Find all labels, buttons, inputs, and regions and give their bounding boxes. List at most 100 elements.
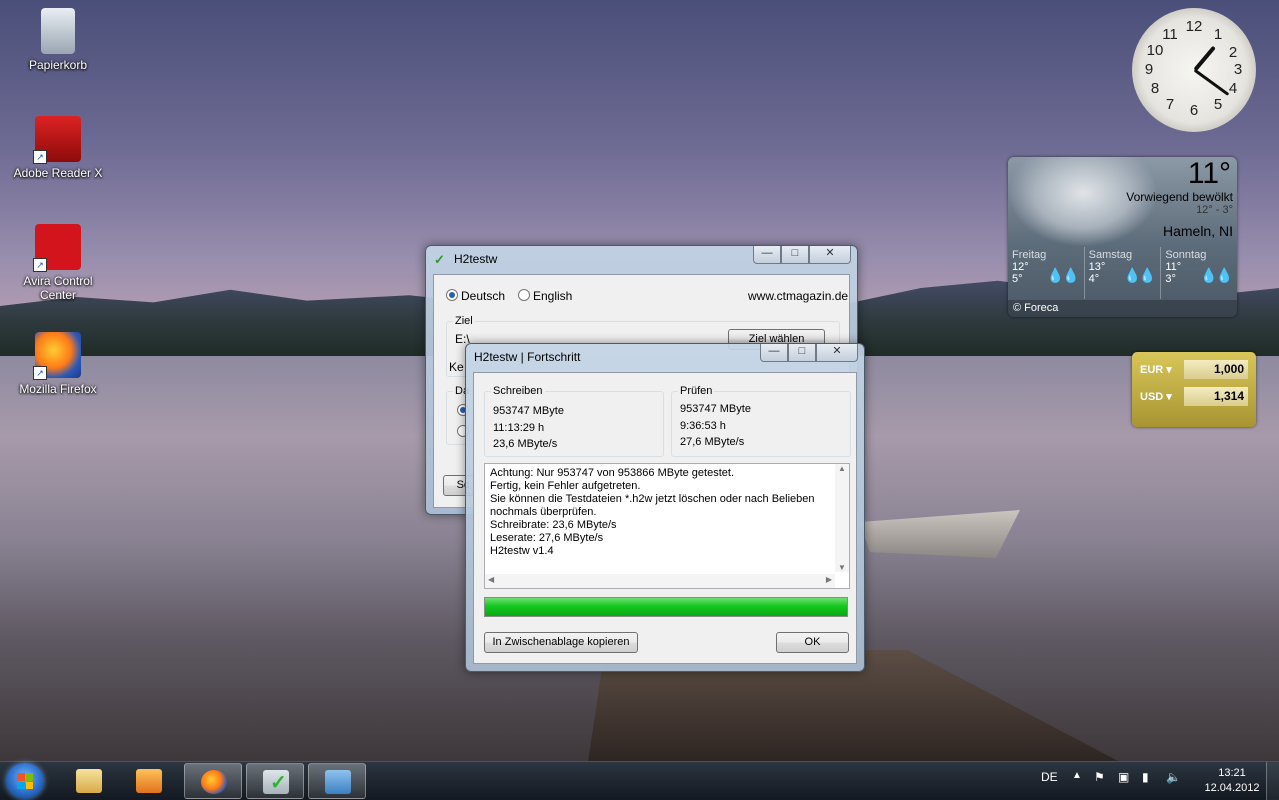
log-line: Schreibrate: 23,6 MByte/s xyxy=(490,519,617,531)
progress-bar-fill xyxy=(485,598,847,616)
clock-numeral: 1 xyxy=(1213,26,1223,43)
clock-date: 12.04.2012 xyxy=(1204,782,1260,794)
log-line: H2testw v1.4 xyxy=(490,545,554,557)
clock-time: 13:21 xyxy=(1218,767,1246,779)
avira-icon: ↗ xyxy=(33,224,81,272)
scroll-right-icon[interactable]: ▶ xyxy=(826,575,832,584)
desktop-icon-firefox[interactable]: ↗ Mozilla Firefox xyxy=(8,332,108,396)
taskbar-firefox[interactable] xyxy=(184,763,242,799)
vertical-scrollbar[interactable]: ▲ ▼ xyxy=(835,464,849,572)
weather-range: 12° - 3° xyxy=(1196,204,1233,216)
scroll-down-icon[interactable]: ▼ xyxy=(835,563,849,572)
network-icon[interactable]: ▮ xyxy=(1142,770,1149,784)
currency-gadget[interactable]: EUR ▾ 1,000 USD ▾ 1,314 xyxy=(1132,352,1256,427)
forecast-day: Sonntag 11° 3° 💧💧 xyxy=(1161,247,1237,299)
write-rate: 23,6 MByte/s xyxy=(493,438,558,450)
desktop-icon-avira[interactable]: ↗ Avira Control Center xyxy=(8,224,108,302)
maximize-button[interactable]: □ xyxy=(781,246,809,264)
clock-numeral: 7 xyxy=(1165,96,1175,113)
window-controls: — □ ✕ xyxy=(760,344,858,362)
shortcut-arrow-icon: ↗ xyxy=(33,150,47,164)
taskbar-clock[interactable]: 13:21 12.04.2012 xyxy=(1196,766,1268,796)
currency-value[interactable]: 1,314 xyxy=(1184,387,1248,406)
window-title: H2testw | Fortschritt xyxy=(474,350,581,364)
safely-remove-icon[interactable]: ▣ xyxy=(1118,770,1129,784)
taskbar-gadgets[interactable] xyxy=(308,763,366,799)
forecast-day: Freitag 12° 5° 💧💧 xyxy=(1008,247,1085,299)
clock-numeral: 5 xyxy=(1213,96,1223,113)
window-controls: — □ ✕ xyxy=(753,246,851,264)
forecast-day-name: Samstag xyxy=(1088,249,1133,261)
target-group-label: Ziel xyxy=(453,315,475,327)
weather-city: Hameln, NI xyxy=(1162,223,1233,239)
taskbar-h2testw[interactable]: ✓ xyxy=(246,763,304,799)
result-log[interactable]: Achtung: Nur 953747 von 953866 MByte get… xyxy=(484,463,850,589)
minimize-button[interactable]: — xyxy=(753,246,781,264)
ok-button[interactable]: OK xyxy=(776,632,849,653)
minimize-button[interactable]: — xyxy=(760,344,788,362)
desktop-icon-adobe-reader[interactable]: ↗ Adobe Reader X xyxy=(8,116,108,180)
adobe-reader-icon: ↗ xyxy=(33,116,81,164)
progress-bar xyxy=(484,597,848,617)
action-center-icon[interactable]: ⚑ xyxy=(1094,770,1105,784)
clock-gadget[interactable]: 12 1 2 3 4 5 6 7 8 9 10 11 xyxy=(1132,8,1256,132)
window-title: H2testw xyxy=(454,252,498,266)
weather-condition: Vorwiegend bewölkt xyxy=(1126,190,1233,204)
language-de-radio[interactable]: Deutsch xyxy=(446,289,505,303)
log-lines: Achtung: Nur 953747 von 953866 MByte get… xyxy=(490,467,815,558)
desktop-icon-recycle-bin[interactable]: Papierkorb xyxy=(8,8,108,72)
write-label: Schreiben xyxy=(491,385,545,397)
write-amount: 953747 MByte xyxy=(493,405,564,417)
taskbar-media-player[interactable] xyxy=(120,763,178,799)
currency-value[interactable]: 1,000 xyxy=(1184,360,1248,379)
log-line: Achtung: Nur 953747 von 953866 MByte get… xyxy=(490,467,734,479)
close-button[interactable]: ✕ xyxy=(816,344,858,362)
write-time: 11:13:29 h xyxy=(493,422,545,434)
verify-label: Prüfen xyxy=(678,385,715,397)
start-button[interactable] xyxy=(6,763,44,799)
progress-window[interactable]: H2testw | Fortschritt — □ ✕ Schreiben 95… xyxy=(465,343,865,672)
clock-numeral: 2 xyxy=(1228,44,1238,61)
scroll-left-icon[interactable]: ◀ xyxy=(488,575,494,584)
log-line: Sie können die Testdateien *.h2w jetzt l… xyxy=(490,493,815,505)
clock-numeral: 6 xyxy=(1189,102,1199,119)
rain-icon: 💧💧 xyxy=(1123,267,1156,283)
language-en-radio[interactable]: English xyxy=(518,289,572,303)
log-line: Fertig, kein Fehler aufgetreten. xyxy=(490,480,641,492)
currency-select[interactable]: EUR ▾ xyxy=(1140,363,1172,376)
clock-numeral: 9 xyxy=(1144,61,1154,78)
log-line: nochmals überprüfen. xyxy=(490,506,597,518)
write-group: Schreiben 953747 MByte 11:13:29 h 23,6 M… xyxy=(484,385,664,457)
shortcut-arrow-icon: ↗ xyxy=(33,366,47,380)
h2testw-app-icon: ✓ xyxy=(434,252,445,267)
show-desktop-button[interactable] xyxy=(1266,762,1279,800)
radio-icon xyxy=(518,289,530,301)
media-player-icon xyxy=(136,769,162,793)
forecast-day-name: Sonntag xyxy=(1165,249,1207,261)
h2testw-icon: ✓ xyxy=(263,770,289,794)
weather-temperature: 11° xyxy=(1187,157,1231,190)
currency-select[interactable]: USD ▾ xyxy=(1140,390,1172,403)
clock-numeral: 3 xyxy=(1233,61,1243,78)
close-button[interactable]: ✕ xyxy=(809,246,851,264)
maximize-button[interactable]: □ xyxy=(788,344,816,362)
scroll-up-icon[interactable]: ▲ xyxy=(835,464,849,473)
weather-gadget[interactable]: 11° Vorwiegend bewölkt 12° - 3° Hameln, … xyxy=(1008,157,1237,317)
weather-source[interactable]: © Foreca xyxy=(1008,300,1237,317)
rain-icon: 💧💧 xyxy=(1046,267,1080,283)
gadgets-icon xyxy=(325,770,351,794)
clock-numeral: 10 xyxy=(1146,42,1164,59)
website-link[interactable]: www.ctmagazin.de xyxy=(748,289,848,303)
taskbar-explorer[interactable] xyxy=(60,763,118,799)
language-indicator[interactable]: DE xyxy=(1041,770,1058,784)
recycle-bin-icon xyxy=(41,8,75,54)
volume-icon[interactable]: 🔈 xyxy=(1166,770,1181,784)
copy-to-clipboard-button[interactable]: In Zwischenablage kopieren xyxy=(484,632,638,653)
desktop-icon-label: Papierkorb xyxy=(28,58,88,72)
verify-amount: 953747 MByte xyxy=(680,403,751,415)
shortcut-arrow-icon: ↗ xyxy=(33,258,47,272)
show-hidden-icons-icon[interactable]: ▲ xyxy=(1072,770,1082,781)
desktop-icon-label: Avira Control Center xyxy=(23,274,93,302)
clock-numeral: 12 xyxy=(1185,18,1203,35)
horizontal-scrollbar[interactable]: ◀ ▶ xyxy=(485,574,835,588)
